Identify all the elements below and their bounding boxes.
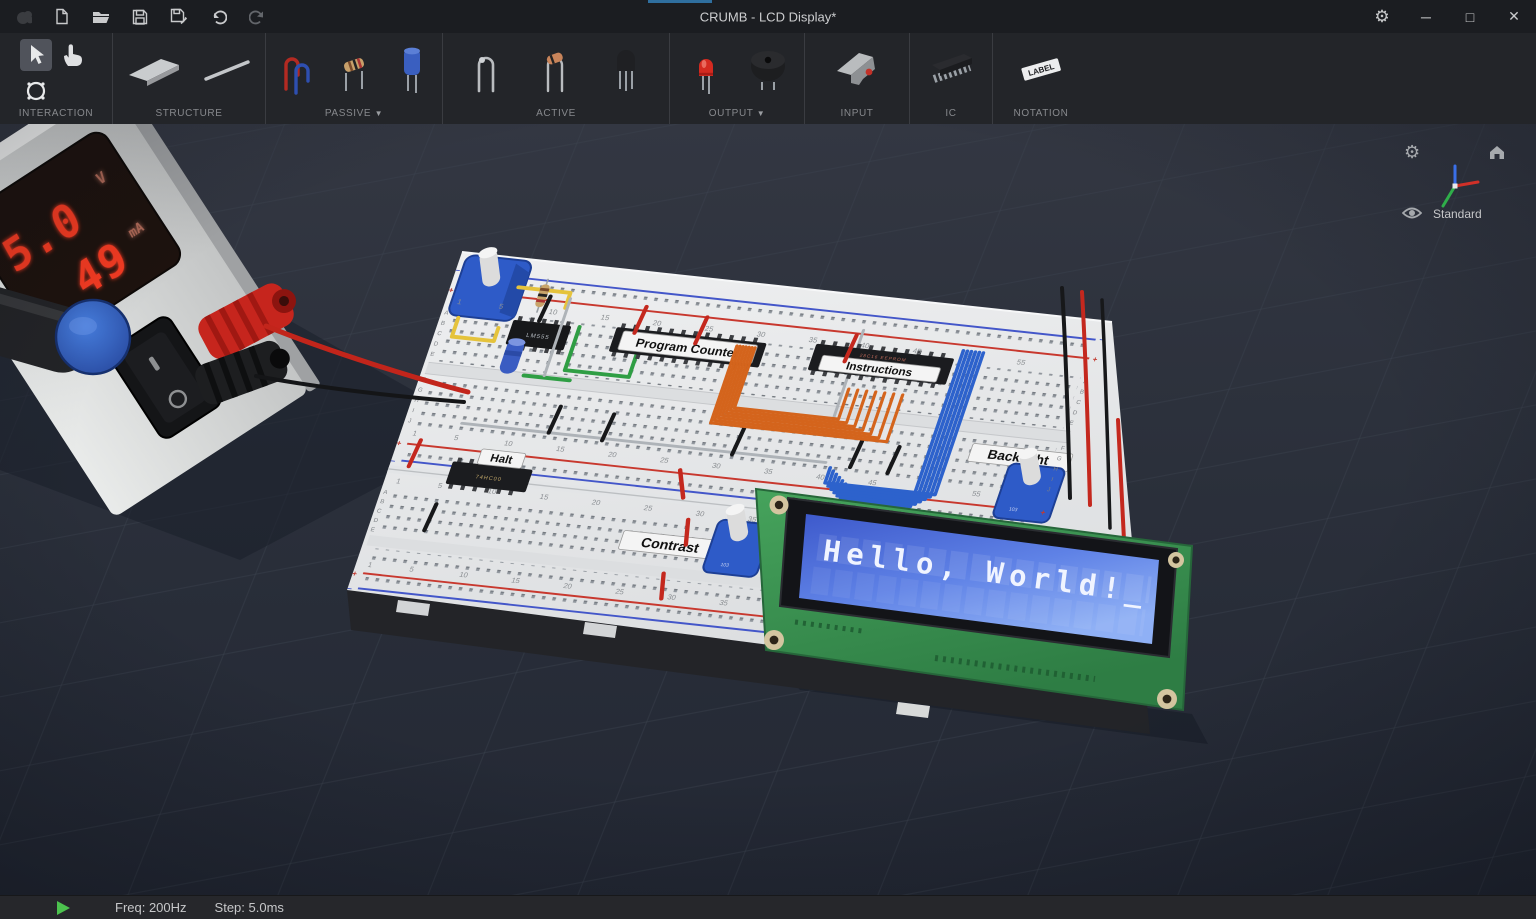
section-label-ic: IC — [910, 108, 992, 119]
component-toolbar: INTERACTION STRUCTURE — [0, 33, 1536, 125]
section-label-input: INPUT — [805, 108, 909, 119]
select-cursor-tool[interactable] — [20, 39, 52, 71]
close-button[interactable]: ✕ — [1492, 0, 1536, 33]
home-view-icon[interactable] — [1488, 144, 1506, 163]
maximize-button[interactable]: □ — [1448, 0, 1492, 33]
hand-tool[interactable] — [56, 39, 88, 71]
jumper-wires-tool[interactable] — [274, 39, 318, 99]
toolbar-section-notation: LABEL NOTATION — [993, 33, 1089, 124]
section-label-active: ACTIVE — [443, 108, 669, 119]
toolbar-section-ic: IC — [910, 33, 993, 124]
section-label-notation: NOTATION — [993, 108, 1089, 119]
save-as-icon[interactable] — [170, 8, 188, 26]
capacitor-tool[interactable] — [390, 39, 434, 99]
led-tool[interactable] — [684, 39, 728, 99]
label-sticker-tool[interactable]: LABEL — [1012, 39, 1070, 99]
toolbar-section-active: ACTIVE — [443, 33, 670, 124]
viewport-canvas[interactable]: 5.0 V 49 mA — [0, 124, 1536, 896]
toolbar-section-output: OUTPUT ▼ — [670, 33, 805, 124]
section-label-structure: STRUCTURE — [113, 108, 265, 119]
crumb-app: CRUMB - LCD Display* ⚙ ─ □ ✕ INTERACTION — [0, 0, 1536, 919]
new-file-icon[interactable] — [53, 8, 71, 26]
toolbar-section-input: INPUT — [805, 33, 910, 124]
statusbar: Freq: 200Hz Step: 5.0ms — [0, 895, 1536, 919]
section-label-interaction: INTERACTION — [0, 108, 112, 119]
settings-gear-icon[interactable]: ⚙ — [1360, 0, 1404, 33]
step-readout: Step: 5.0ms — [215, 900, 284, 915]
open-folder-icon[interactable] — [92, 8, 110, 26]
section-label-passive[interactable]: PASSIVE ▼ — [266, 108, 442, 119]
halt-label: Halt — [488, 453, 514, 467]
section-label-output[interactable]: OUTPUT ▼ — [670, 108, 804, 119]
switch-tool[interactable] — [829, 39, 885, 99]
photoresistor-tool[interactable] — [464, 39, 508, 99]
buzzer-tool[interactable] — [746, 39, 790, 99]
frequency-readout: Freq: 200Hz — [115, 900, 187, 915]
diode-tool[interactable] — [534, 39, 578, 99]
viewport-settings-gear-icon[interactable]: ⚙ — [1404, 142, 1420, 163]
accent-strip — [648, 0, 712, 3]
toolbar-section-passive: PASSIVE ▼ — [266, 33, 443, 124]
minimize-button[interactable]: ─ — [1404, 0, 1448, 33]
dip-chip-tool[interactable] — [924, 39, 978, 99]
resistor-tool[interactable] — [332, 39, 376, 99]
toolbar-section-structure: STRUCTURE — [113, 33, 266, 124]
transistor-tool[interactable] — [604, 39, 648, 99]
undo-icon[interactable] — [209, 8, 227, 26]
view-mode-label: Standard — [1433, 207, 1482, 221]
wire-tool[interactable] — [199, 39, 255, 99]
breadboard-tool[interactable] — [123, 39, 185, 99]
toolbar-section-interaction: INTERACTION — [0, 33, 113, 124]
redo-icon[interactable] — [248, 8, 266, 26]
dropdown-caret-icon: ▼ — [757, 109, 766, 118]
window-title: CRUMB - LCD Display* — [700, 9, 837, 24]
visibility-eye-icon[interactable] — [1402, 206, 1422, 223]
app-logo-icon — [14, 8, 32, 26]
save-icon[interactable] — [131, 8, 149, 26]
titlebar: CRUMB - LCD Display* ⚙ ─ □ ✕ — [0, 0, 1536, 33]
probe-circle-tool[interactable] — [20, 75, 52, 107]
dropdown-caret-icon: ▼ — [375, 109, 384, 118]
play-icon[interactable] — [56, 900, 71, 916]
